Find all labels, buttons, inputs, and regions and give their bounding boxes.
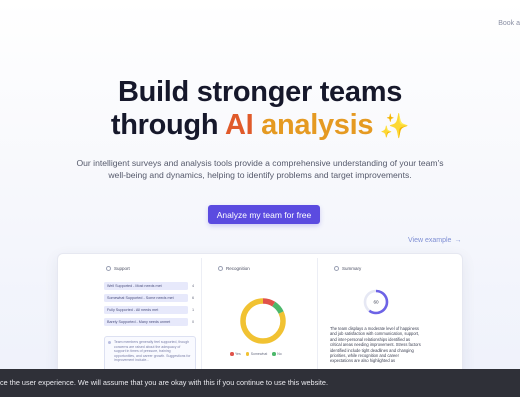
legend-item-no: No: [272, 352, 282, 356]
legend-item-yes: Yes: [230, 352, 241, 356]
info-icon: [106, 266, 111, 271]
summary-panel: Summary 60 The team displays a moderate …: [324, 258, 426, 382]
support-row-count: 6: [192, 296, 195, 300]
summary-score: 60: [373, 300, 379, 305]
support-row: Somewhat Supported - Some needs met: [104, 294, 188, 302]
info-icon: [334, 266, 339, 271]
support-row-count: 4: [192, 284, 195, 288]
support-title-text: Support: [114, 266, 130, 271]
summary-title-text: Summary: [342, 266, 362, 271]
recognition-panel: Recognition Yes Somewhat No: [208, 258, 318, 382]
arrow-right-icon: →: [454, 237, 462, 244]
view-example-label: View example: [408, 237, 452, 244]
cookie-banner: ce the user experience. We will assume t…: [0, 369, 520, 397]
hero-title: Build stronger teams through AI analysis…: [0, 76, 520, 143]
hero-title-prefix: through: [110, 109, 225, 141]
recognition-donut-chart: [240, 298, 286, 344]
recognition-legend: Yes Somewhat No: [230, 352, 282, 356]
view-example-link[interactable]: View example →: [408, 237, 461, 244]
support-panel-title: Support: [106, 266, 130, 271]
hero: Build stronger teams through AI analysis…: [0, 76, 520, 143]
hero-subtitle: Our intelligent surveys and analysis too…: [76, 158, 444, 180]
hero-title-analysis: analysis: [253, 109, 374, 141]
analyze-team-button[interactable]: Analyze my team for free: [208, 205, 320, 224]
summary-panel-title: Summary: [334, 266, 361, 271]
support-row: Fully Supported - All needs met: [104, 306, 188, 314]
book-demo-link[interactable]: Book a: [498, 20, 520, 27]
dashboard-preview: Support Well Supported - Most needs met …: [57, 253, 463, 383]
support-row-count: 1: [192, 308, 195, 312]
cookie-banner-text: ce the user experience. We will assume t…: [0, 378, 328, 387]
summary-score-gauge: 60: [363, 289, 389, 315]
hero-title-ai: AI: [224, 109, 254, 141]
summary-text: The team displays a moderate level of ha…: [330, 326, 421, 364]
info-icon: [218, 266, 223, 271]
legend-item-somewhat: Somewhat: [245, 352, 267, 356]
support-note-text: Team members generally feel supported, t…: [114, 340, 191, 363]
recognition-title-text: Recognition: [226, 266, 250, 271]
support-row: Barely Supported - Many needs unmet: [104, 318, 188, 326]
hero-title-line1: Build stronger teams: [117, 76, 403, 108]
support-row: Well Supported - Most needs met: [104, 282, 188, 290]
top-nav: Book a: [498, 12, 520, 27]
sparkle-icon: ✨: [373, 113, 410, 140]
support-row-count: 0: [192, 320, 195, 324]
support-panel: Support Well Supported - Most needs met …: [96, 258, 202, 382]
recognition-panel-title: Recognition: [218, 266, 250, 271]
bullet-icon: [108, 341, 111, 344]
